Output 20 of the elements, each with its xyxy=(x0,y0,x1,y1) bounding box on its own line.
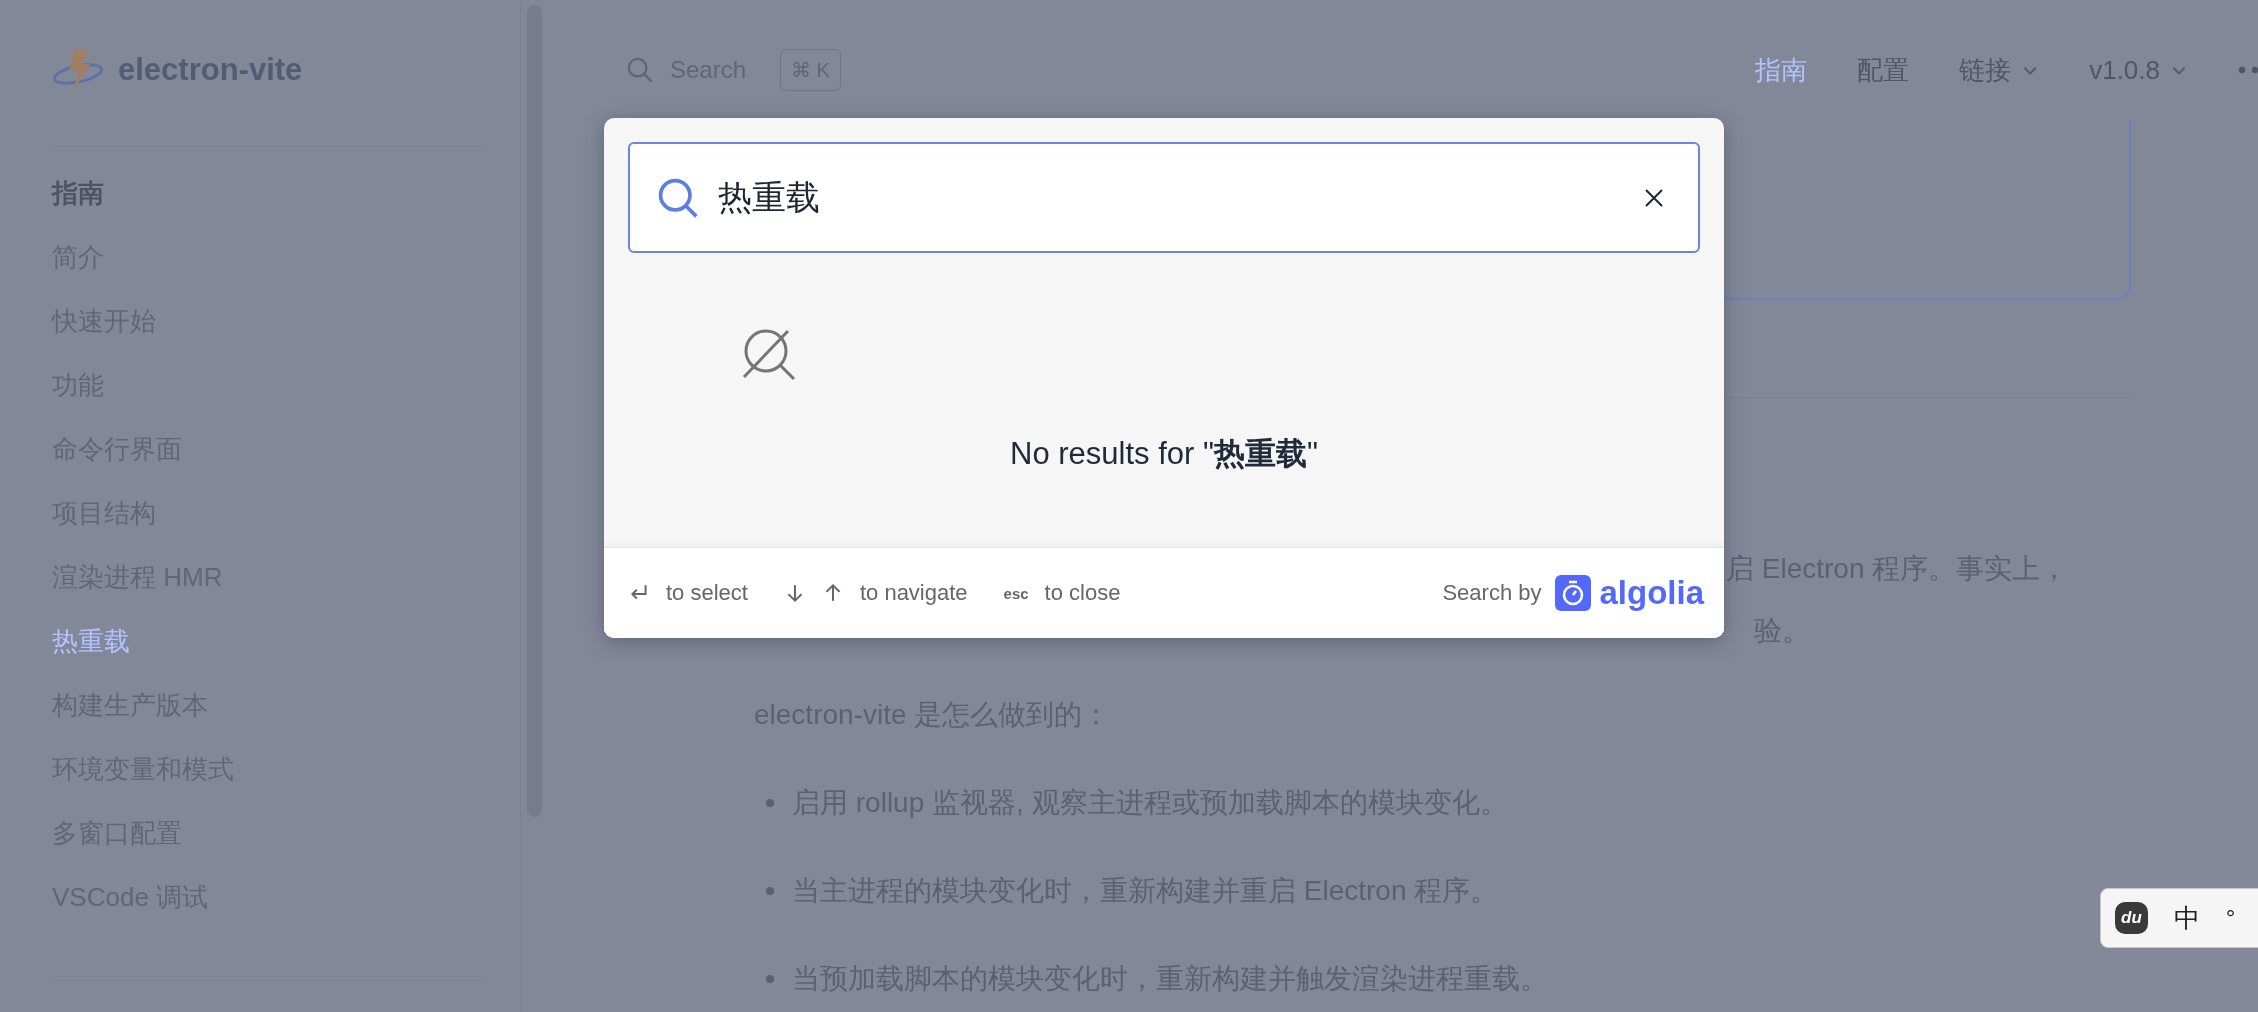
sidebar-item[interactable]: 热重载 xyxy=(52,609,520,673)
hint-label: to select xyxy=(666,580,748,606)
input-mode-toggle[interactable]: 中 xyxy=(2173,900,2200,936)
punctuation-toggle[interactable]: ° xyxy=(2225,904,2236,932)
stopwatch-icon[interactable] xyxy=(1555,575,1592,611)
input-method-logo[interactable]: du xyxy=(2115,902,2148,934)
hint-label: to navigate xyxy=(859,580,968,606)
brand-name[interactable]: algolia xyxy=(1599,574,1704,612)
no-results-message: No results for "热重载" xyxy=(1010,435,1318,473)
nav-link[interactable]: 指南 xyxy=(1755,52,1808,88)
bullet-icon xyxy=(766,887,774,895)
logo-icon xyxy=(52,48,104,92)
hint-label: to close xyxy=(1044,580,1121,606)
bullet-icon xyxy=(766,799,774,807)
bullet-icon xyxy=(766,975,774,983)
key-label: esc xyxy=(1003,584,1029,602)
search-field[interactable]: 热重载 xyxy=(628,142,1700,253)
search-by-label: Search by xyxy=(1442,580,1542,606)
search-icon xyxy=(626,56,654,84)
close-icon[interactable] xyxy=(1644,187,1664,208)
